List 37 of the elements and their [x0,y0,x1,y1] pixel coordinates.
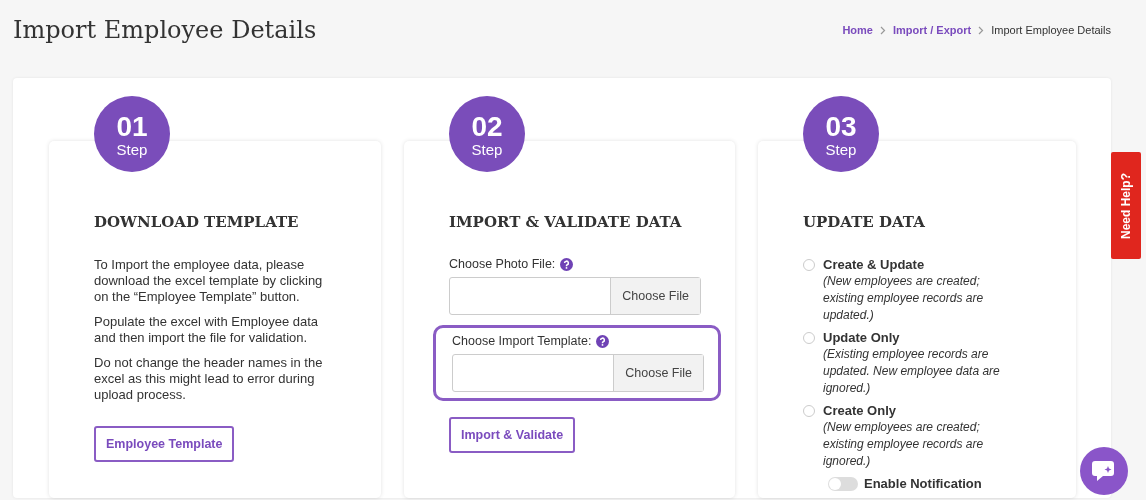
step-number: 02 [471,113,503,141]
import-validate-button[interactable]: Import & Validate [449,417,576,453]
option-note: (New employees are created; existing employee records are ignored.) [823,419,985,470]
page-title: Import Employee Details [13,16,317,44]
option-label: Create Only [823,403,897,419]
breadcrumb-link[interactable]: Home [842,24,873,36]
instruction-text: Populate the excel with Employee data and then import the file for validation. [94,314,320,346]
breadcrumb-link[interactable]: Import / Export [892,24,972,36]
step-heading: IMPORT & VALIDATE DATA [449,213,683,231]
instruction-text: To Import the employee data, please download the excel template by clicking on the “Employee Template” button. [94,257,324,305]
breadcrumb-current: Import Employee Details [991,24,1111,36]
step-number: 03 [825,113,857,141]
field-label: Choose Import Template: [452,334,592,348]
step-heading: UPDATE DATA [803,213,926,231]
chevron-icon [879,25,886,35]
toggle-label: Enable Notification [864,476,982,491]
chevron-icon [978,25,985,35]
help-icon[interactable] [596,334,610,348]
option-label: Update Only [823,330,901,346]
toggle-switch[interactable] [828,476,858,491]
step-heading: DOWNLOAD TEMPLATE [94,213,300,231]
option-note: (Existing employee records are updated. New employee data are ignored.) [823,346,1001,397]
chat-icon [1091,459,1117,483]
step-label: Step [825,141,857,159]
file-input[interactable]: Choose File [452,354,704,392]
step-number: 01 [116,113,148,141]
option-note: (New employees are created; existing employee records are updated.) [823,273,985,324]
field-label: Choose Photo File: [449,257,556,271]
option-label: Create & Update [823,257,926,273]
need-help-tab[interactable]: Need Help? [1111,152,1141,259]
instruction-text: Do not change the header names in the excel as this might lead to error during upload process. [94,355,324,403]
step-label: Step [471,141,503,159]
file-input[interactable]: Choose File [449,277,701,315]
step-label: Step [116,141,148,159]
employee-template-button[interactable]: Employee Template [94,426,235,462]
help-icon[interactable] [560,257,574,271]
chat-button[interactable] [1080,447,1128,495]
